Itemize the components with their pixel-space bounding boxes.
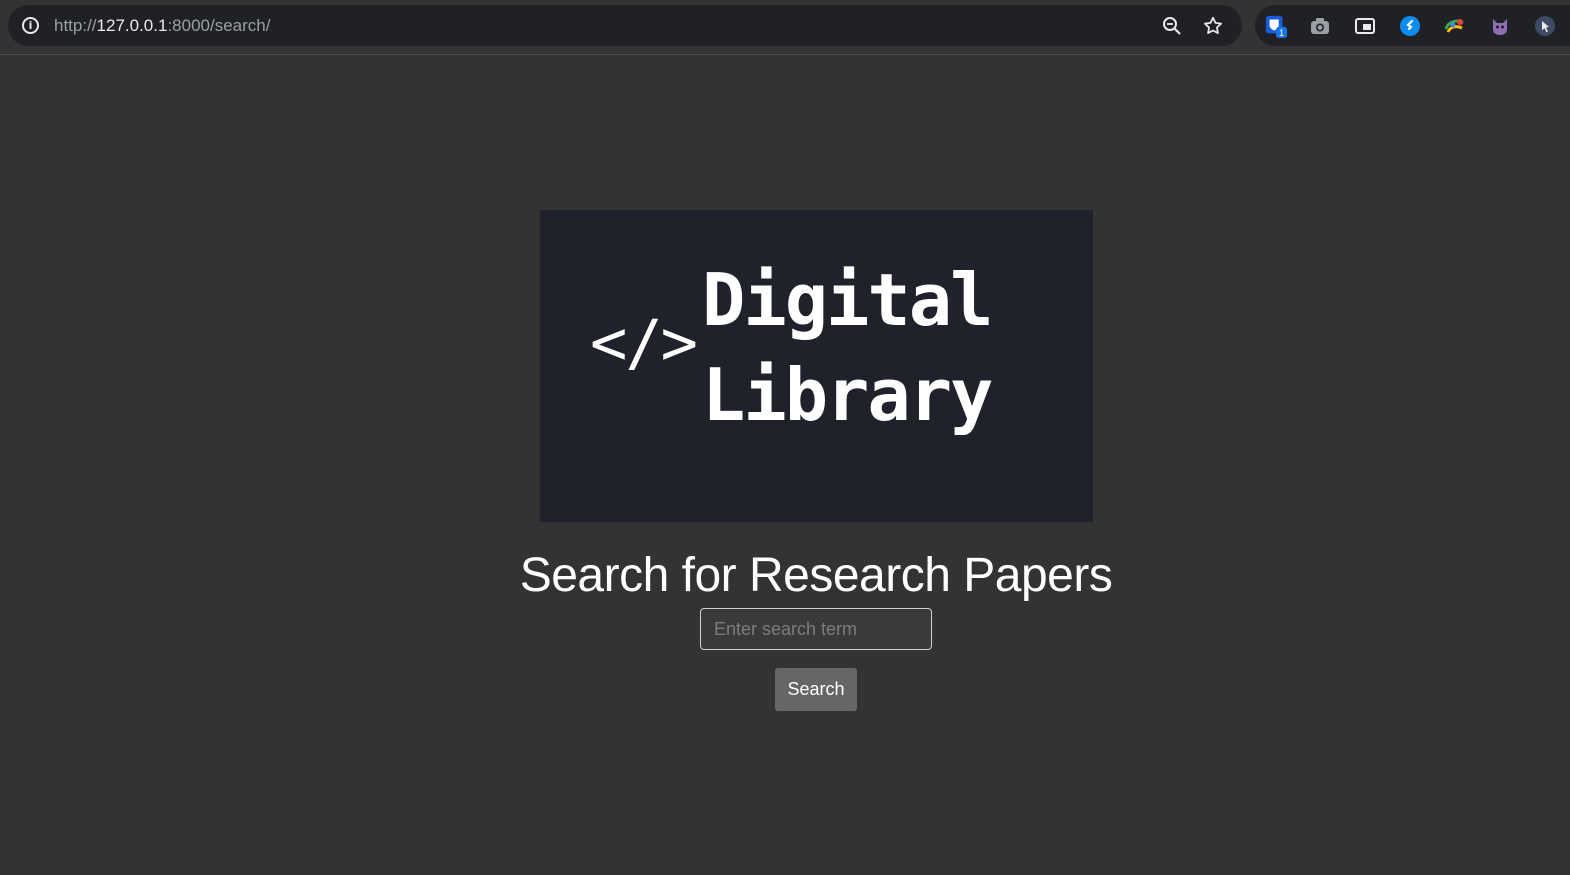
browser-toolbar: i http://127.0.0.1:8000/search/ 1: [0, 0, 1570, 55]
shazam-icon[interactable]: [1398, 14, 1422, 38]
star-icon[interactable]: [1201, 14, 1225, 38]
url-host: 127.0.0.1: [96, 16, 168, 35]
cursor-icon[interactable]: [1533, 14, 1557, 38]
extensions-bar: 1: [1255, 5, 1570, 46]
extension-badge: 1: [1279, 28, 1284, 38]
cat-icon[interactable]: [1488, 14, 1512, 38]
info-icon[interactable]: i: [20, 15, 41, 36]
logo-word-library: Library: [702, 353, 993, 437]
search-input[interactable]: [700, 608, 932, 650]
search-button[interactable]: Search: [775, 668, 857, 711]
digital-library-logo: </> Digital Library: [540, 210, 1093, 522]
url-path: :8000/search/: [167, 16, 271, 35]
code-brackets-logo-mark: </>: [590, 306, 698, 379]
picture-in-picture-icon[interactable]: [1353, 14, 1377, 38]
color-picker-icon[interactable]: [1443, 14, 1467, 38]
bitwarden-icon[interactable]: 1: [1264, 14, 1288, 38]
page-title: Search for Research Papers: [519, 549, 1113, 602]
url-text[interactable]: http://127.0.0.1:8000/search/: [54, 16, 270, 36]
camera-icon[interactable]: [1308, 14, 1332, 38]
url-scheme: http://: [54, 16, 97, 35]
logo-word-digital: Digital: [702, 258, 993, 342]
zoom-icon[interactable]: [1160, 14, 1184, 38]
address-bar[interactable]: i http://127.0.0.1:8000/search/: [8, 5, 1242, 46]
